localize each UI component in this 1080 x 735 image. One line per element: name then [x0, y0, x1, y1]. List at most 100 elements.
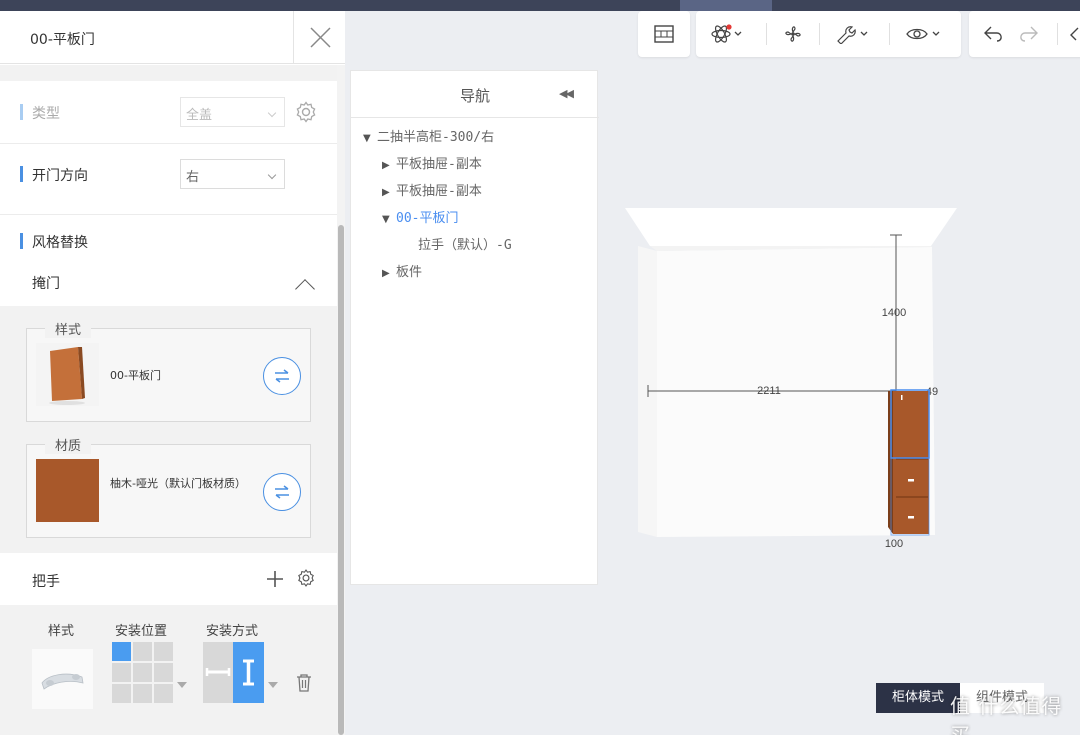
tree-item-label: 00-平板门 [396, 211, 459, 226]
tree-item-door[interactable]: ▼ 00-平板门 [382, 207, 458, 226]
type-select: 全盖 [180, 97, 285, 127]
position-cell[interactable] [112, 663, 131, 682]
plus-icon[interactable] [266, 570, 284, 588]
material-name: 柚木-哑光（默认门板材质） [110, 477, 246, 490]
style-card-legend: 样式 [45, 319, 92, 338]
type-label: 类型 [32, 106, 60, 122]
horizontal-handle-icon [205, 668, 231, 676]
material-swatch [36, 459, 99, 522]
door-options-section: 样式 00-平板门 材质 柚木-哑光（默认门板材质） [0, 306, 337, 553]
atom-icon[interactable] [710, 24, 744, 44]
handle-method-title: 安装方式 [206, 624, 259, 639]
vertical-mount-option[interactable] [233, 642, 264, 703]
tree-item-label: 平板抽屉-副本 [396, 157, 482, 172]
collapsed-triangle-icon: ▶ [382, 160, 390, 171]
toolbar-separator [889, 23, 890, 45]
cabinet-top-panel [625, 208, 957, 246]
nav-divider [351, 117, 599, 118]
install-position-grid[interactable] [112, 642, 173, 703]
tree-item-label: 平板抽屉-副本 [396, 184, 482, 199]
position-cell[interactable] [133, 663, 152, 682]
style-card[interactable]: 样式 00-平板门 [26, 319, 311, 422]
tree-item-drawer-2[interactable]: ▶ 平板抽屉-副本 [382, 180, 482, 199]
open-direction-label: 开门方向 [32, 168, 88, 184]
install-method-selector[interactable] [203, 642, 264, 703]
dim-width-label: 2211 [757, 385, 781, 397]
scrollbar-thumb[interactable] [338, 225, 344, 735]
type-row: 类型 全盖 [0, 81, 337, 143]
open-direction-row: 开门方向 右 [0, 144, 337, 214]
fan-icon[interactable] [782, 24, 804, 44]
undo-icon[interactable] [983, 24, 1005, 44]
gear-icon[interactable] [296, 568, 316, 588]
vertical-handle-icon [243, 659, 254, 686]
eraser-icon[interactable] [1069, 24, 1079, 44]
properties-panel: 00-平板门 类型 全盖 开门方向 右 风格替换 掩门 样式 00-平板门 材质… [0, 11, 345, 735]
tree-item-label: 板件 [396, 265, 423, 280]
cabinet-door [893, 391, 929, 534]
position-cell[interactable] [133, 684, 152, 703]
panel-title: 00-平板门 [30, 32, 95, 48]
gear-icon[interactable] [294, 100, 318, 124]
position-cell[interactable] [154, 684, 173, 703]
tab-cabinet-mode[interactable]: 柜体模式 [876, 683, 961, 713]
history-toolbar [969, 11, 1080, 57]
tree-item-handle[interactable]: 拉手（默认）-G [418, 234, 512, 253]
active-top-tab[interactable] [680, 0, 772, 11]
horizontal-mount-option[interactable] [203, 642, 233, 703]
navigation-panel: 导航 ◀◀ ▼ 二抽半高柜-300/右 ▶ 平板抽屉-副本 ▶ 平板抽屉-副本 ▼ 00… [350, 70, 599, 585]
handle-style-title: 样式 [48, 624, 75, 639]
material-card[interactable]: 材质 柚木-哑光（默认门板材质） [26, 435, 311, 538]
row-accent [20, 233, 23, 249]
frame-tool[interactable] [638, 11, 690, 57]
style-replace-label: 风格替换 [32, 235, 88, 251]
close-button[interactable] [293, 11, 345, 64]
handle-section: 样式 安装位置 安装方式 [0, 605, 337, 735]
divider [0, 214, 337, 215]
position-cell[interactable] [154, 642, 173, 661]
handle-thumbnail[interactable] [32, 649, 93, 709]
eye-icon[interactable] [906, 24, 946, 44]
door-thumbnail [36, 343, 99, 406]
tree-item-drawer-1[interactable]: ▶ 平板抽屉-副本 [382, 153, 482, 172]
position-cell[interactable] [112, 642, 131, 661]
collapsed-triangle-icon: ▶ [382, 187, 390, 198]
row-accent [20, 104, 23, 120]
swap-style-button[interactable] [263, 357, 301, 395]
chevron-up-icon[interactable] [295, 279, 315, 299]
watermark: 值 什么值得买 [950, 694, 1063, 735]
top-app-bar [0, 0, 1080, 11]
swap-material-button[interactable] [263, 473, 301, 511]
tree-item-cabinet[interactable]: ▼ 二抽半高柜-300/右 [363, 126, 494, 145]
3d-viewport[interactable]: 1400 2211 49 100 [620, 205, 960, 565]
collapsed-triangle-icon: ▶ [382, 268, 390, 279]
toolbar-separator [766, 23, 767, 45]
position-cell[interactable] [154, 663, 173, 682]
chevron-down-icon [267, 170, 277, 180]
panel-top-strip [0, 65, 337, 81]
frame-icon [654, 25, 674, 43]
position-cell[interactable] [133, 642, 152, 661]
handle-label: 把手 [32, 574, 60, 590]
tree-item-boards[interactable]: ▶ 板件 [382, 261, 422, 280]
tree-item-label: 拉手（默认）-G [418, 238, 512, 253]
main-toolbar [696, 11, 961, 57]
position-cell[interactable] [112, 684, 131, 703]
dim-height-label: 1400 [882, 307, 906, 319]
close-icon [310, 27, 331, 48]
handle-position-title: 安装位置 [115, 624, 168, 639]
chevron-down-icon[interactable] [268, 682, 278, 688]
open-direction-select[interactable]: 右 [180, 159, 285, 189]
trash-icon[interactable] [296, 674, 312, 692]
panel-scrollbar[interactable] [337, 65, 345, 735]
dim-bottom-label: 100 [885, 538, 903, 550]
chevron-down-icon[interactable] [177, 682, 187, 688]
material-card-legend: 材质 [45, 435, 92, 454]
wrench-icon[interactable] [835, 24, 871, 44]
toolbar-separator [1057, 23, 1058, 45]
style-name: 00-平板门 [110, 369, 161, 382]
collapse-left-icon[interactable]: ◀◀ [559, 87, 574, 100]
swap-icon [275, 369, 289, 383]
redo-icon[interactable] [1017, 24, 1039, 44]
toolbar-separator [819, 23, 820, 45]
